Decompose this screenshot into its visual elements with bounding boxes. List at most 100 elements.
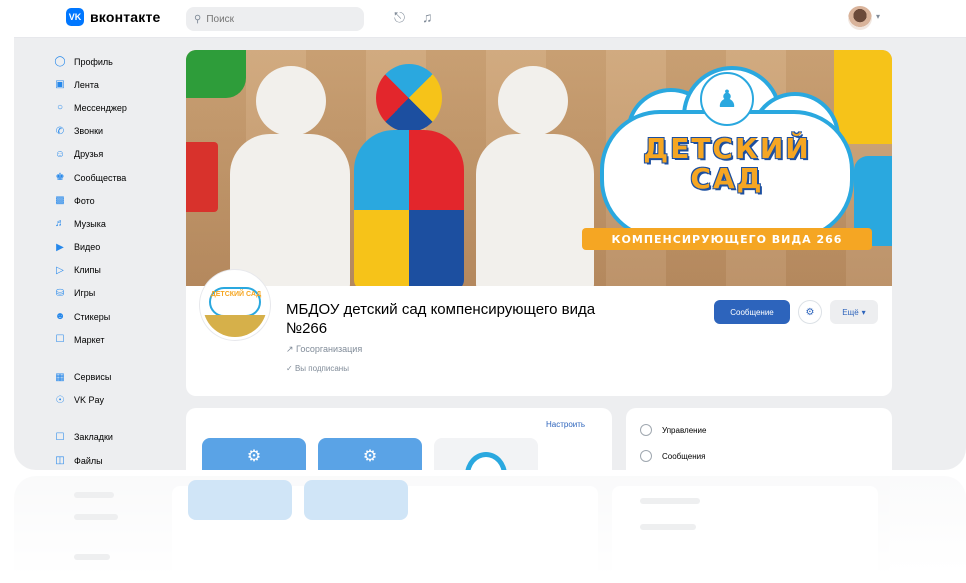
sidebar-item-video[interactable]: ▶ Видео [54, 236, 184, 259]
friends-icon: ☺ [54, 148, 66, 160]
widgets-settings-link[interactable]: Настроить [546, 420, 585, 429]
message-icon [640, 450, 652, 462]
puzzle-figure-head [376, 64, 442, 132]
sidebar-item-messenger[interactable]: ○ Мессенджер [54, 96, 184, 119]
sidebar-item-market[interactable]: ☐ Маркет [54, 328, 184, 351]
action-label: Управление [662, 425, 707, 435]
sidebar-item-label: Звонки [74, 126, 104, 137]
messenger-icon: ○ [56, 102, 64, 114]
reflection-line [74, 492, 114, 498]
video-icon: ▶ [56, 241, 64, 253]
profile-icon: ◯ [54, 56, 66, 68]
check-icon: ✓ [286, 364, 295, 373]
sidebar-item-games[interactable]: ⛁ Игры [54, 282, 184, 305]
family-emblem-icon: ♟ [700, 72, 754, 126]
chevron-down-icon: ▾ [861, 307, 866, 317]
stickers-icon: ☻ [54, 311, 66, 323]
sidebar-item-label: Клипы [74, 265, 101, 276]
vk-logo[interactable]: VK вконтакте [66, 8, 161, 26]
reflection-line [640, 524, 696, 530]
search-box[interactable]: ⚲ [186, 7, 364, 31]
sidebar-item-label: Лента [74, 79, 99, 90]
more-button-label: Ещё [842, 307, 859, 317]
paper-figure [476, 134, 594, 286]
cover-title: ДЕТСКИЙ САД [643, 132, 811, 195]
music-icon: ♬ [55, 218, 65, 230]
community-header-card: ДЕТСКИЙ САД МБДОУ детский сад компенсиру… [186, 270, 892, 396]
left-sidebar: ◯ Профиль ▣ Лента ○ Мессенджер ✆ Звонки ☺ Дру… [54, 50, 184, 470]
sidebar-item-label: Фото [74, 195, 95, 206]
more-button[interactable]: Ещё ▾ [830, 300, 878, 324]
widgets-card: Настроить ⚙ ⚙ [186, 408, 612, 470]
sidebar-divider [54, 351, 184, 365]
sidebar-item-calls[interactable]: ✆ Звонки [54, 120, 184, 143]
sidebar-item-clips[interactable]: ▷ Клипы [54, 259, 184, 282]
user-avatar[interactable] [848, 6, 872, 30]
sidebar-item-friends[interactable]: ☺ Друзья [54, 143, 184, 166]
community-avatar[interactable]: ДЕТСКИЙ САД [200, 270, 270, 340]
paper-figure-head [256, 66, 326, 136]
vk-logo-icon: VK [66, 8, 84, 26]
services-icon: ▦ [55, 371, 65, 383]
communities-icon: ♚ [55, 172, 65, 184]
sidebar-item-label: VK Pay [74, 395, 105, 406]
action-manage[interactable]: Управление [640, 424, 706, 436]
sidebar-item-label: Друзья [74, 149, 104, 160]
clips-icon: ▷ [56, 264, 64, 276]
widget-tile[interactable] [434, 438, 538, 470]
settings-icon: ⚙ [805, 306, 815, 318]
photo-icon: ▩ [55, 195, 65, 207]
sidebar-item-services[interactable]: ▦ Сервисы [54, 365, 184, 388]
vkpay-icon: ☉ [55, 394, 65, 406]
sidebar-item-stickers[interactable]: ☻ Стикеры [54, 305, 184, 328]
sidebar-item-bookmarks[interactable]: ☐ Закладки [54, 426, 184, 449]
sidebar-item-label: Сервисы [74, 372, 112, 383]
sidebar-item-profile[interactable]: ◯ Профиль [54, 50, 184, 73]
sidebar-item-communities[interactable]: ♚ Сообщества [54, 166, 184, 189]
shield-icon [465, 452, 507, 470]
notifications-button[interactable]: ⚙ [798, 300, 822, 324]
action-messages[interactable]: Сообщения [640, 450, 705, 462]
sidebar-item-photo[interactable]: ▩ Фото [54, 189, 184, 212]
logo-text: вконтакте [90, 9, 161, 25]
calls-icon: ✆ [55, 125, 65, 137]
mirror-reflection [14, 476, 966, 583]
cover-ribbon: КОМПЕНСИРУЮЩЕГО ВИДА 266 [582, 228, 872, 250]
sidebar-item-label: Сообщества [74, 172, 127, 183]
subscription-status-label: Вы подписаны [294, 364, 349, 373]
sidebar-item-music[interactable]: ♬ Музыка [54, 212, 184, 235]
widget-tile[interactable]: ⚙ [202, 438, 306, 470]
reflection-line [74, 514, 118, 520]
puzzle-piece-decoration [186, 50, 246, 98]
reflection-tile [304, 480, 408, 520]
reflection-line [640, 498, 700, 504]
subscription-status[interactable]: ✓ Вы подписаны [286, 364, 349, 373]
sidebar-item-files[interactable]: ◫ Файлы [54, 449, 184, 470]
search-input[interactable] [206, 13, 357, 25]
gear-icon [640, 424, 652, 436]
reflection-tile [188, 480, 292, 520]
community-type: ↗ Госорганизация [286, 344, 362, 355]
music-note-icon[interactable]: ♫ [422, 9, 433, 25]
emblem-icon: ⚙ [362, 448, 378, 465]
chevron-down-icon[interactable]: ▾ [876, 12, 880, 21]
puzzle-figure [354, 130, 464, 286]
sidebar-item-label: Профиль [74, 56, 113, 67]
sidebar-divider [54, 412, 184, 426]
message-button[interactable]: Сообщение [714, 300, 790, 324]
market-icon: ☐ [55, 334, 65, 346]
app-window: VK вконтакте ⚲ ⎋ ♫ ▾ ◯ Профиль ▣ Лента ○ Ме… [14, 0, 966, 470]
bell-icon[interactable]: ⎋ [394, 9, 405, 26]
action-label: Сообщения [662, 451, 706, 461]
puzzle-piece-decoration [186, 142, 218, 212]
sidebar-item-vkpay[interactable]: ☉ VK Pay [54, 389, 184, 412]
sidebar-item-feed[interactable]: ▣ Лента [54, 73, 184, 96]
widget-tile[interactable]: ⚙ [318, 438, 422, 470]
top-header: VK вконтакте ⚲ ⎋ ♫ ▾ [14, 0, 966, 38]
avatar-photo [203, 315, 267, 337]
reflection-line [74, 554, 110, 560]
sidebar-item-label: Маркет [74, 334, 105, 345]
search-icon: ⚲ [194, 13, 202, 25]
paper-figure [230, 134, 350, 286]
sidebar-item-label: Видео [74, 242, 101, 253]
